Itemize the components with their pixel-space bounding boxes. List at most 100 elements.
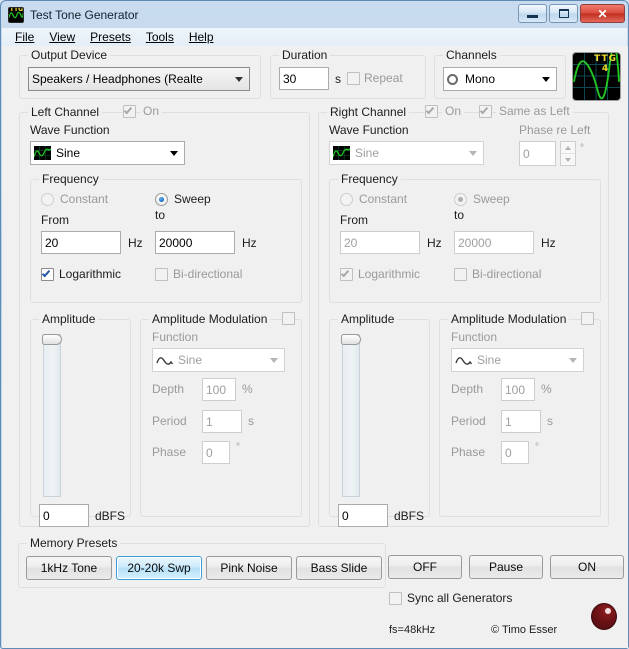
- client-area: Output Device Speakers / Headphones (Rea…: [2, 46, 628, 648]
- phase-re-left-stepper[interactable]: [560, 141, 576, 166]
- output-device-group: Output Device Speakers / Headphones (Rea…: [19, 48, 261, 99]
- right-freq-constant-radio[interactable]: [340, 193, 353, 206]
- left-am-phase-label: Phase: [152, 445, 187, 459]
- right-am-depth-input[interactable]: 100: [501, 378, 535, 401]
- sync-all-generators-checkbox[interactable]: [389, 592, 402, 605]
- right-am-period-value: 1: [505, 414, 512, 429]
- left-amplitude-slider[interactable]: [42, 334, 62, 497]
- slider-track: [342, 334, 360, 497]
- left-freq-constant-radio[interactable]: [41, 193, 54, 206]
- left-am-period-label: Period: [152, 414, 187, 428]
- left-am-period-value: 1: [206, 414, 213, 429]
- close-button[interactable]: ✕: [580, 4, 625, 23]
- right-am-group: Amplitude Modulation Function Sine Depth…: [439, 312, 601, 517]
- minimize-button[interactable]: [518, 4, 547, 23]
- right-freq-to-unit: Hz: [541, 236, 556, 250]
- right-wave-function-value: Sine: [355, 146, 380, 160]
- sample-rate-status: fs=48kHz: [389, 624, 436, 636]
- pause-button[interactable]: Pause: [469, 555, 543, 579]
- repeat-checkbox[interactable]: [347, 72, 360, 85]
- same-as-left-checkbox[interactable]: [479, 105, 492, 118]
- menu-tools-label: Tools: [145, 30, 174, 44]
- right-on-checkbox[interactable]: [425, 105, 438, 118]
- check-icon: [479, 105, 489, 115]
- off-button[interactable]: OFF: [388, 555, 462, 579]
- slider-thumb[interactable]: [42, 334, 62, 345]
- right-bidirectional-label: Bi-directional: [472, 267, 542, 281]
- left-am-phase-input[interactable]: 0: [202, 441, 230, 464]
- left-am-depth-label: Depth: [152, 382, 185, 396]
- left-freq-to-input[interactable]: 20000: [155, 231, 235, 254]
- left-bidirectional-checkbox[interactable]: [155, 268, 168, 281]
- preset-button-20-20k-swp[interactable]: 20-20k Swp: [116, 556, 202, 580]
- same-as-left-label: Same as Left: [496, 104, 573, 118]
- repeat-label: Repeat: [364, 71, 403, 85]
- left-frequency-label: Frequency: [39, 172, 102, 186]
- left-am-depth-input[interactable]: 100: [202, 378, 236, 401]
- left-freq-from-input[interactable]: 20: [41, 231, 121, 254]
- right-am-enable-checkbox[interactable]: [581, 312, 594, 325]
- chevron-down-icon: [170, 151, 178, 156]
- right-bidirectional-checkbox[interactable]: [454, 268, 467, 281]
- check-icon: [123, 105, 133, 115]
- left-am-enable-checkbox[interactable]: [282, 312, 295, 325]
- left-on-checkbox[interactable]: [123, 105, 136, 118]
- right-on-label: On: [442, 104, 465, 118]
- left-wave-function-combo[interactable]: Sine: [30, 141, 185, 165]
- right-am-period-input[interactable]: 1: [501, 410, 541, 433]
- chevron-up-icon: [565, 145, 571, 150]
- output-device-combo[interactable]: Speakers / Headphones (Realte: [28, 67, 250, 91]
- logo-text: TTG 4: [594, 54, 617, 74]
- menu-item-help[interactable]: Help: [182, 29, 222, 45]
- left-freq-sweep-radio[interactable]: [155, 193, 168, 206]
- menu-file-label: File: [15, 30, 35, 44]
- menu-item-tools[interactable]: Tools: [139, 29, 182, 45]
- left-logarithmic-checkbox[interactable]: [41, 268, 54, 281]
- left-amplitude-unit: dBFS: [95, 509, 126, 523]
- right-channel-group: Right Channel On Same as Left Wave Funct…: [318, 104, 609, 527]
- right-am-phase-input[interactable]: 0: [501, 441, 529, 464]
- chevron-down-icon: [270, 358, 278, 363]
- right-am-depth-unit: %: [541, 382, 552, 396]
- preset-button-1khz-tone[interactable]: 1kHz Tone: [26, 556, 112, 580]
- oscilloscope-logo: TTG 4: [572, 52, 621, 101]
- left-am-phase-value: 0: [206, 445, 213, 460]
- menu-item-view[interactable]: View: [42, 29, 83, 45]
- stepper-down-button[interactable]: [561, 154, 575, 165]
- right-freq-from-input[interactable]: 20: [340, 231, 420, 254]
- maximize-button[interactable]: [549, 4, 578, 23]
- slider-thumb[interactable]: [341, 334, 361, 345]
- preset-button-pink-noise[interactable]: Pink Noise: [206, 556, 292, 580]
- maximize-icon: [558, 9, 569, 18]
- left-am-function-label: Function: [152, 330, 199, 344]
- right-frequency-group: Frequency Constant Sweep From to 20 Hz 2…: [329, 172, 601, 303]
- right-amplitude-input[interactable]: 0: [338, 504, 388, 527]
- sine-curve-icon: [156, 354, 174, 367]
- preset-button-bass-slide[interactable]: Bass Slide: [296, 556, 382, 580]
- right-freq-sweep-radio[interactable]: [454, 193, 467, 206]
- phase-re-left-input[interactable]: 0: [519, 141, 556, 166]
- left-am-period-input[interactable]: 1: [202, 410, 242, 433]
- left-am-function-value: Sine: [178, 353, 203, 367]
- channels-combo[interactable]: Mono: [443, 67, 557, 91]
- left-am-phase-unit: °: [236, 442, 240, 453]
- right-wave-function-combo[interactable]: Sine: [329, 141, 484, 165]
- stepper-up-button[interactable]: [561, 142, 575, 154]
- menu-item-file[interactable]: File: [8, 29, 42, 45]
- right-freq-to-input[interactable]: 20000: [454, 231, 534, 254]
- left-freq-to-unit: Hz: [242, 236, 257, 250]
- right-am-label: Amplitude Modulation: [448, 312, 570, 326]
- right-amplitude-group: Amplitude 0 dBFS: [329, 312, 430, 527]
- duration-input[interactable]: 30: [279, 67, 329, 90]
- left-freq-sweep-label: Sweep: [174, 192, 211, 206]
- menu-item-presets[interactable]: Presets: [83, 29, 139, 45]
- check-icon: [425, 105, 435, 115]
- right-am-function-combo[interactable]: Sine: [451, 348, 584, 372]
- right-logarithmic-checkbox[interactable]: [340, 268, 353, 281]
- on-button[interactable]: ON: [550, 555, 624, 579]
- minimize-icon: [527, 14, 538, 18]
- left-am-function-combo[interactable]: Sine: [152, 348, 285, 372]
- left-amplitude-input[interactable]: 0: [39, 504, 89, 527]
- phase-re-left-label: Phase re Left: [519, 123, 591, 137]
- right-amplitude-slider[interactable]: [341, 334, 361, 497]
